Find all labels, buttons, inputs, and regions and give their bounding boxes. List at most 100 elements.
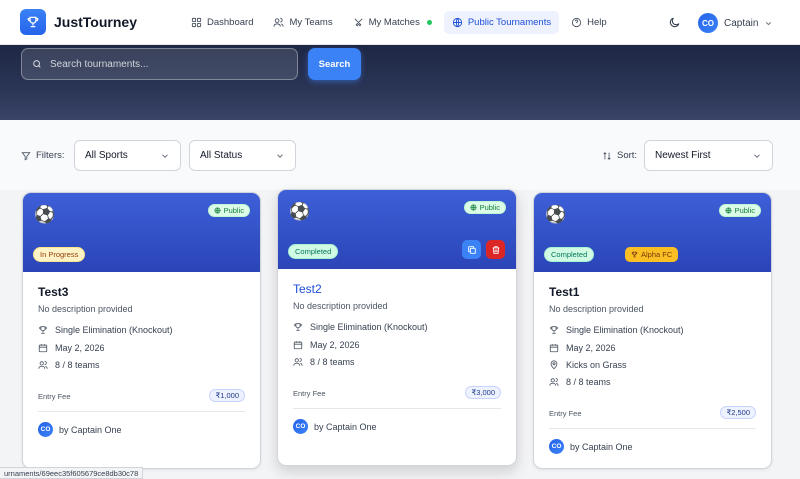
user-menu[interactable]: CO Captain [698, 13, 773, 33]
sort-select[interactable]: Newest First [644, 140, 773, 171]
nav-my-teams[interactable]: My Teams [265, 11, 340, 34]
public-badge-label: Public [223, 206, 244, 215]
avatar: CO [293, 419, 308, 434]
format-text: Single Elimination (Knockout) [566, 325, 684, 335]
trophy-logo-icon[interactable] [20, 9, 46, 35]
entry-fee-value: ₹2,500 [720, 406, 756, 419]
chevron-down-icon [766, 21, 772, 25]
globe-icon [214, 207, 221, 214]
nav-help-label: Help [587, 17, 607, 28]
format-text: Single Elimination (Knockout) [310, 322, 428, 332]
copy-button[interactable] [462, 240, 481, 259]
status-select[interactable]: All Status [189, 140, 296, 171]
date-text: May 2, 2026 [566, 343, 616, 353]
entry-fee-label: Entry Fee [38, 392, 71, 401]
teams-row: 8 / 8 teams [293, 357, 355, 367]
map-pin-icon [550, 360, 558, 370]
sort-arrows-icon [603, 151, 611, 160]
trophy-icon [294, 323, 302, 331]
search-input[interactable] [50, 58, 280, 70]
creator-text: by Captain One [59, 424, 122, 435]
tournament-card[interactable]: ⚽ Public Completed Alpha FC Test1 No des… [533, 192, 772, 469]
winner-name: Alpha FC [641, 250, 673, 259]
filter-icon [21, 151, 31, 160]
tournament-card[interactable]: ⚽ Public Completed Test2 No description … [277, 189, 517, 466]
nav-my-matches[interactable]: My Matches [345, 11, 440, 34]
hero-section: Search [0, 45, 800, 120]
status-badge: Completed [288, 244, 339, 259]
date-row: May 2, 2026 [293, 340, 360, 350]
public-badge: Public [718, 204, 761, 217]
card-title[interactable]: Test1 [549, 285, 579, 299]
sort-select-value: Newest First [655, 150, 711, 161]
avatar: CO [549, 439, 564, 454]
top-navbar: JustTourney Dashboard My Teams My Matche… [0, 0, 800, 45]
sport-select[interactable]: All Sports [74, 140, 181, 171]
card-title[interactable]: Test3 [38, 285, 68, 299]
format-row: Single Elimination (Knockout) [293, 322, 428, 332]
format-row: Single Elimination (Knockout) [38, 325, 173, 335]
avatar: CO [38, 422, 53, 437]
teams-row: 8 / 8 teams [38, 360, 100, 370]
divider [549, 428, 756, 429]
teams-text: 8 / 8 teams [55, 360, 100, 370]
soccer-ball-icon: ⚽ [34, 205, 56, 224]
users-icon [38, 360, 48, 369]
soccer-ball-icon: ⚽ [289, 202, 311, 221]
help-circle-icon [572, 17, 582, 28]
creator-row: CO by Captain One [293, 419, 377, 434]
format-text: Single Elimination (Knockout) [55, 325, 173, 335]
nav-public-tournaments[interactable]: Public Tournaments [443, 11, 560, 34]
users-icon [293, 357, 303, 366]
search-icon [33, 60, 41, 68]
nav-dashboard[interactable]: Dashboard [183, 11, 261, 34]
entry-fee-label: Entry Fee [549, 409, 582, 418]
search-button[interactable]: Search [308, 48, 361, 80]
status-url-bar: urnaments/69eec35f605679ce8db30c78 [0, 467, 144, 479]
filter-bar: Filters: All Sports All Status Sort: New… [0, 120, 800, 190]
status-badge: Completed [544, 247, 595, 262]
brand-name[interactable]: JustTourney [54, 14, 137, 30]
date-row: May 2, 2026 [549, 343, 616, 353]
date-text: May 2, 2026 [310, 340, 360, 350]
calendar-icon [38, 344, 48, 353]
chevron-down-icon [754, 153, 760, 158]
entry-fee-value: ₹1,000 [209, 389, 245, 402]
public-badge: Public [463, 201, 506, 214]
main-nav: Dashboard My Teams My Matches Public Tou… [183, 11, 615, 34]
card-description: No description provided [293, 301, 388, 311]
creator-row: CO by Captain One [38, 422, 122, 437]
chevron-down-icon [162, 153, 168, 158]
calendar-icon [293, 341, 303, 350]
nav-dashboard-label: Dashboard [207, 17, 254, 28]
card-description: No description provided [38, 304, 133, 314]
trophy-icon [631, 251, 638, 258]
winner-badge: Alpha FC [625, 247, 679, 262]
public-badge-label: Public [479, 203, 500, 212]
creator-row: CO by Captain One [549, 439, 633, 454]
copy-icon [467, 245, 476, 254]
venue-text: Kicks on Grass [566, 360, 627, 370]
nav-my-teams-label: My Teams [289, 17, 333, 28]
card-title[interactable]: Test2 [293, 282, 322, 296]
search-field[interactable] [21, 48, 298, 80]
swords-icon [354, 18, 363, 27]
status-select-value: All Status [200, 150, 243, 161]
filters-label-text: Filters: [36, 150, 65, 161]
globe-icon [725, 207, 732, 214]
avatar: CO [698, 13, 718, 33]
sport-select-value: All Sports [85, 150, 128, 161]
filters-label: Filters: [21, 150, 65, 161]
date-row: May 2, 2026 [38, 343, 105, 353]
nav-help[interactable]: Help [563, 11, 615, 34]
card-description: No description provided [549, 304, 644, 314]
tournament-card[interactable]: ⚽ Public In Progress Test3 No descriptio… [22, 192, 261, 469]
calendar-icon [549, 344, 559, 353]
teams-row: 8 / 8 teams [549, 377, 611, 387]
moon-icon[interactable] [668, 16, 681, 29]
users-icon [273, 17, 285, 27]
delete-button[interactable] [486, 240, 505, 259]
live-indicator-dot [426, 20, 432, 25]
chevron-down-icon [277, 153, 283, 158]
globe-icon [470, 204, 477, 211]
